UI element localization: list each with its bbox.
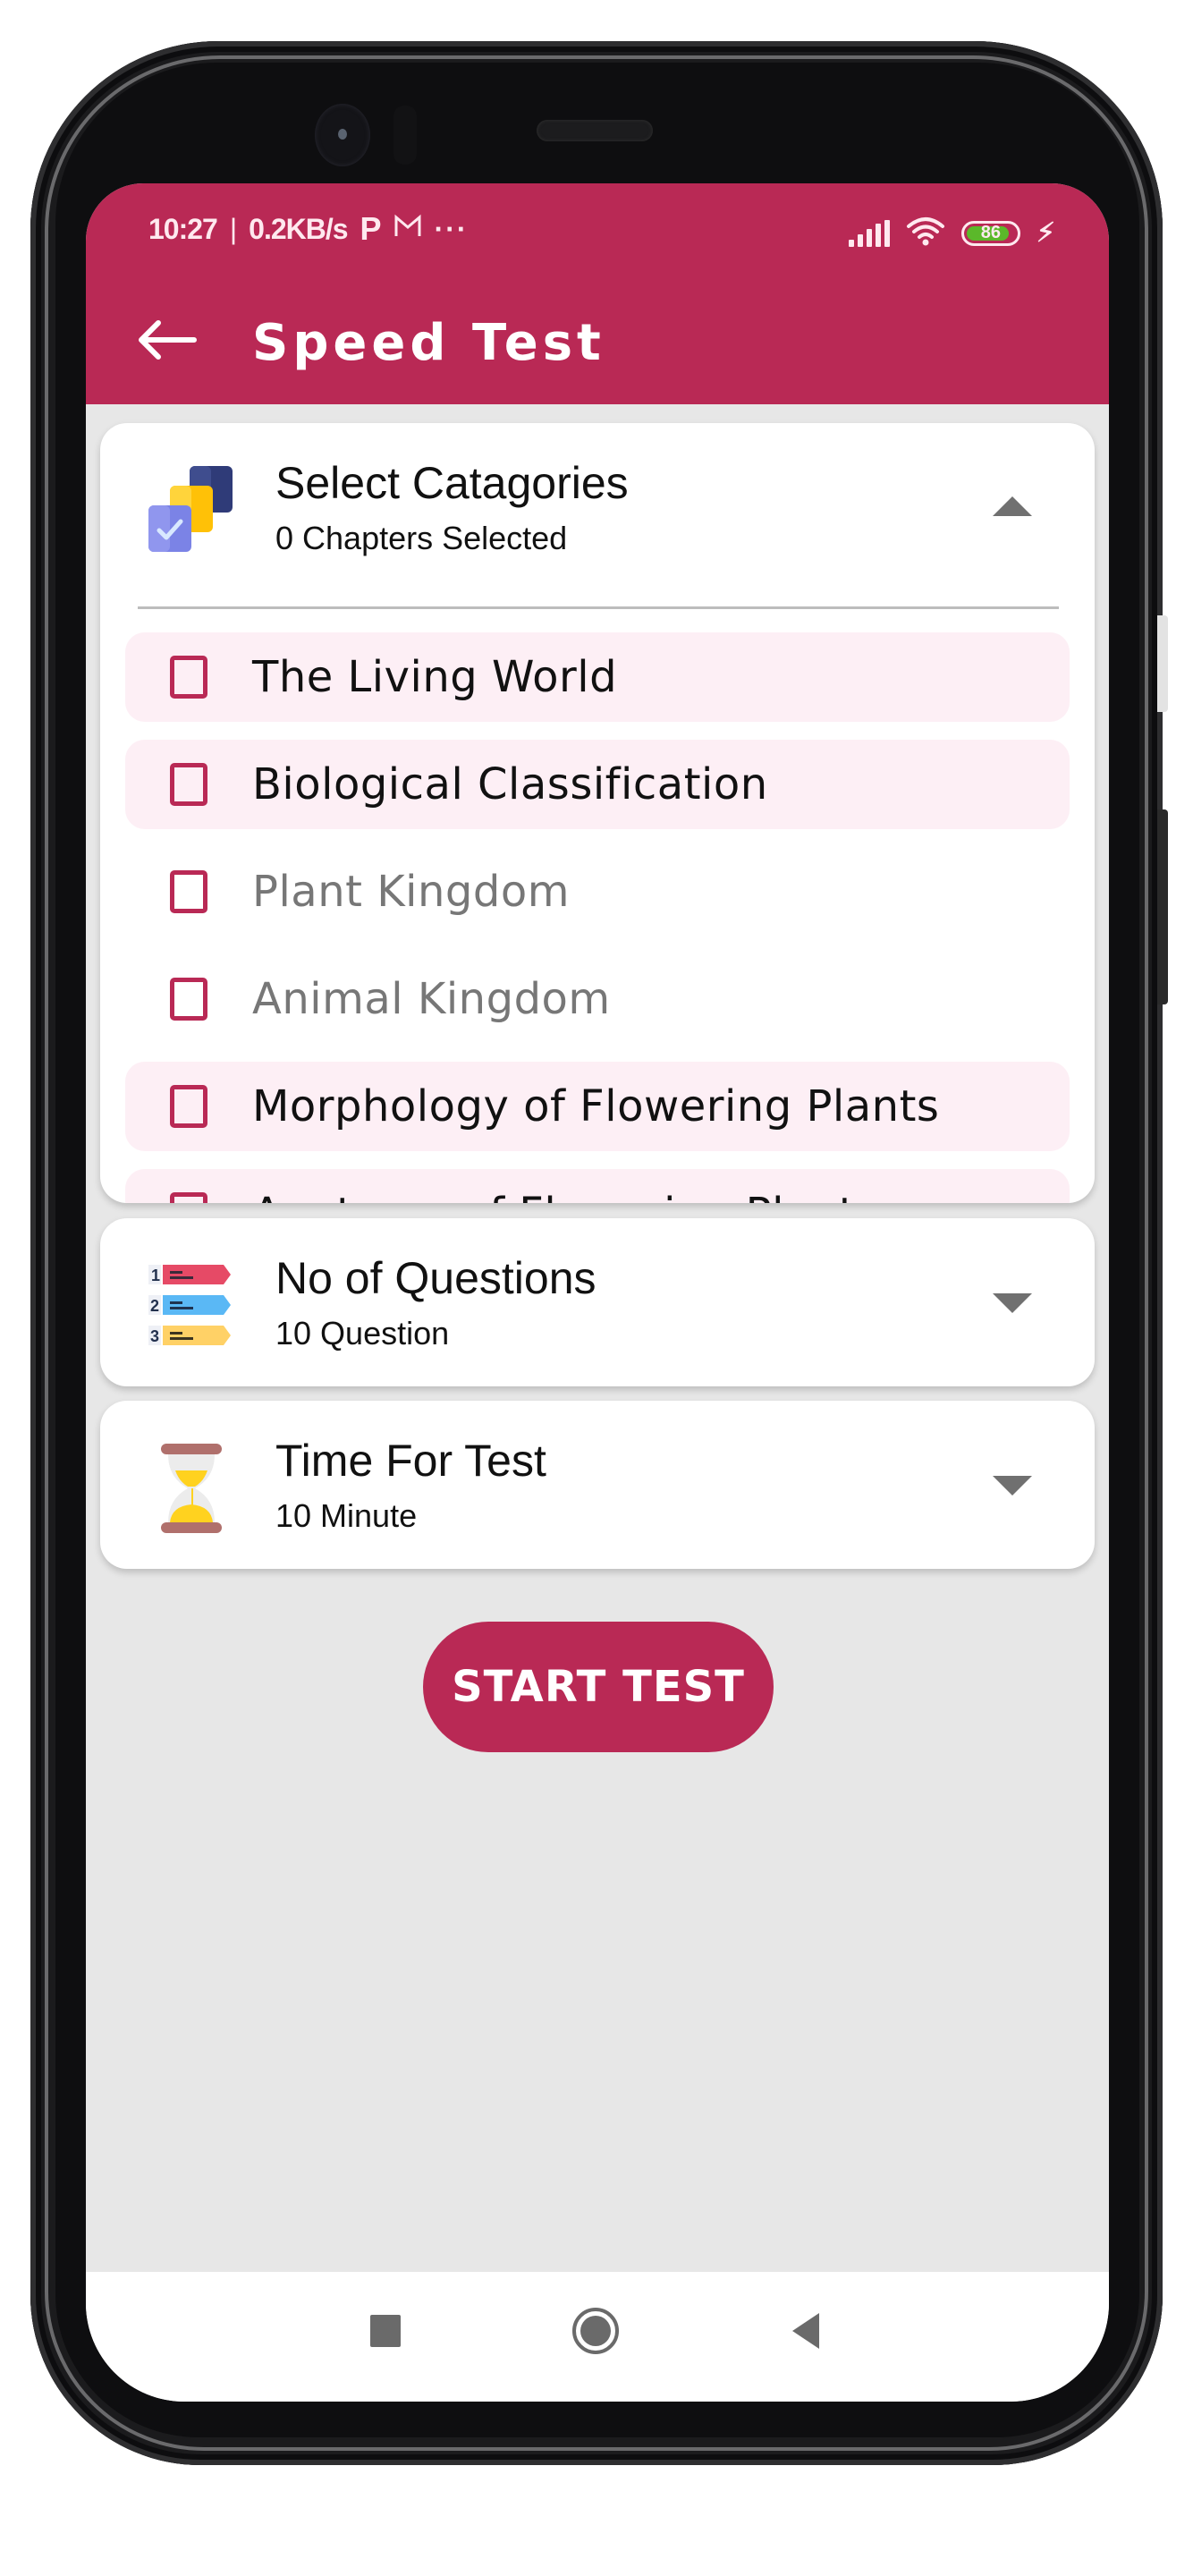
svg-text:3: 3 (150, 1327, 159, 1345)
chevron-down-icon[interactable] (993, 1476, 1032, 1496)
category-item[interactable]: Plant Kingdom (125, 847, 1070, 936)
category-label: Biological Classification (252, 759, 768, 809)
app-header: 10:27 | 0.2KB/s P ··· 86 ⚡︎ Speed Test (86, 183, 1109, 404)
questions-title: No of Questions (275, 1253, 596, 1303)
back-button[interactable] (131, 309, 202, 371)
category-list: The Living World Biological Classificati… (125, 632, 1070, 1203)
checkbox[interactable] (170, 1085, 207, 1128)
categories-subtitle: 0 Chapters Selected (275, 520, 568, 556)
network-speed: 0.2KB/s (249, 212, 348, 245)
status-right: 86 ⚡︎ (848, 216, 1055, 250)
system-nav-bar (86, 2272, 1109, 2402)
signal-icon (848, 219, 890, 247)
time-card[interactable]: Time For Test 10 Minute (100, 1401, 1095, 1569)
chevron-down-icon[interactable] (993, 1293, 1032, 1313)
charging-bolt-icon: ⚡︎ (1036, 218, 1055, 248)
status-separator: | (229, 212, 237, 245)
categories-header[interactable]: Select Catagories 0 Chapters Selected (100, 423, 1095, 591)
toolbar: Speed Test (86, 291, 1109, 389)
start-test-button[interactable]: START TEST (423, 1622, 774, 1752)
questions-card[interactable]: 1 2 3 No of Questions 10 Question (100, 1218, 1095, 1386)
svg-text:2: 2 (150, 1297, 159, 1315)
categories-card: Select Catagories 0 Chapters Selected Th… (100, 423, 1095, 1203)
volume-button (1157, 615, 1168, 712)
earpiece-speaker (537, 120, 653, 141)
category-item[interactable]: Biological Classification (125, 740, 1070, 829)
chevron-up-icon[interactable] (993, 496, 1032, 516)
category-label: The Living World (252, 652, 618, 702)
category-item[interactable]: Animal Kingdom (125, 954, 1070, 1044)
page-title: Speed Test (252, 314, 605, 372)
checkbox[interactable] (170, 870, 207, 913)
arrow-left-icon (139, 320, 197, 360)
category-item[interactable]: The Living World (125, 632, 1070, 722)
power-button (1157, 809, 1168, 1004)
gmail-icon (393, 213, 422, 246)
numbered-list-icon: 1 2 3 (148, 1265, 231, 1345)
hourglass-icon (161, 1444, 222, 1533)
more-dots-icon: ··· (434, 212, 469, 245)
recent-apps-icon[interactable] (370, 2315, 401, 2347)
battery-level: 86 (980, 223, 1002, 242)
questions-header[interactable]: 1 2 3 No of Questions 10 Question (100, 1218, 1095, 1386)
time-title: Time For Test (275, 1436, 546, 1486)
category-item[interactable]: Anatomy of Flowering Plants (125, 1169, 1070, 1203)
category-label: Morphology of Flowering Plants (252, 1081, 940, 1131)
checkbox[interactable] (170, 1192, 207, 1203)
svg-text:1: 1 (151, 1267, 160, 1284)
time-value: 10 Minute (275, 1497, 418, 1534)
category-label: Anatomy of Flowering Plants (252, 1189, 879, 1203)
categories-title: Select Catagories (275, 458, 629, 508)
category-label: Animal Kingdom (252, 974, 611, 1024)
screen: 10:27 | 0.2KB/s P ··· 86 ⚡︎ Speed Test S… (86, 183, 1109, 2402)
status-left: 10:27 | 0.2KB/s P ··· (148, 210, 469, 248)
checkbox[interactable] (170, 763, 207, 806)
back-triangle-icon[interactable] (792, 2313, 819, 2349)
wifi-icon (906, 216, 945, 250)
front-camera (315, 104, 370, 166)
proximity-sensor (393, 106, 417, 165)
status-time: 10:27 (148, 212, 218, 245)
time-header[interactable]: Time For Test 10 Minute (100, 1401, 1095, 1569)
checkbox[interactable] (170, 978, 207, 1021)
battery-icon: 86 (960, 220, 1020, 246)
checkbox[interactable] (170, 656, 207, 699)
category-item[interactable]: Morphology of Flowering Plants (125, 1062, 1070, 1151)
category-label: Plant Kingdom (252, 867, 570, 917)
divider (138, 606, 1059, 609)
home-icon[interactable] (572, 2308, 619, 2354)
status-bar: 10:27 | 0.2KB/s P ··· 86 ⚡︎ (86, 210, 1109, 264)
questions-value: 10 Question (275, 1315, 450, 1352)
p-icon: P (360, 210, 382, 247)
stacked-checklist-icon (148, 466, 233, 552)
